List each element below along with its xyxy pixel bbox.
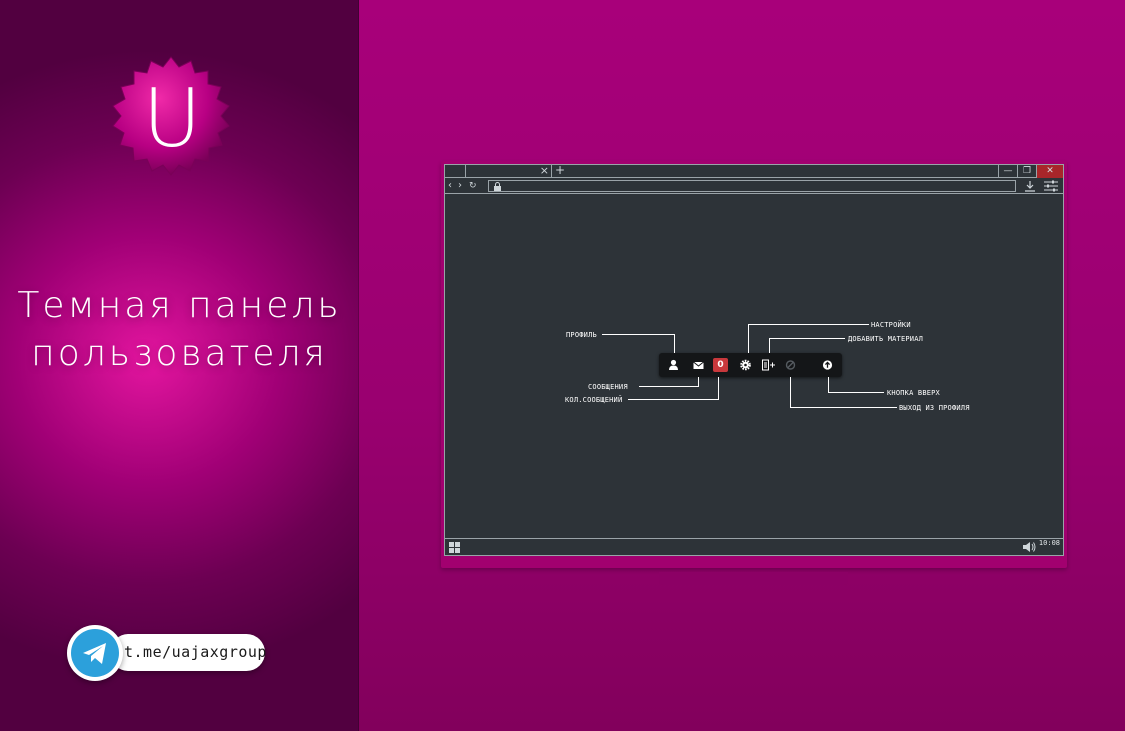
add-leader-v xyxy=(769,338,770,353)
url-input[interactable] xyxy=(488,180,1016,192)
headline-line-1: Темная панель xyxy=(17,285,342,326)
count-leader-v xyxy=(718,377,719,400)
reload-icon[interactable]: ↻ xyxy=(469,179,477,193)
minimize-button[interactable]: — xyxy=(998,165,1017,178)
paper-plane-icon xyxy=(83,643,106,664)
gear-icon xyxy=(740,359,751,371)
label-message-count: КОЛ.СООБЩЕНИЙ xyxy=(565,396,623,404)
label-settings: НАСТРОЙКИ xyxy=(871,321,911,329)
settings-sliders-icon[interactable] xyxy=(1044,180,1058,192)
logout-leader-v xyxy=(790,377,791,408)
logout-leader xyxy=(790,407,897,408)
up-leader-v xyxy=(828,377,829,393)
label-scroll-up: КНОПКА ВВЕРХ xyxy=(887,389,940,397)
forward-icon[interactable]: › xyxy=(458,179,462,193)
lock-icon xyxy=(494,182,501,191)
tab-bar: × + — ❐ ✕ xyxy=(445,165,1063,178)
label-add-material: ДОБАВИТЬ МАТЕРИАЛ xyxy=(848,335,924,343)
logout-button[interactable] xyxy=(783,358,798,372)
volume-icon[interactable] xyxy=(1022,541,1036,553)
profile-button[interactable] xyxy=(666,358,681,372)
left-promo-panel: U Темная панель пользователя t.me/uajaxg… xyxy=(0,0,359,731)
message-count-badge[interactable]: 0 xyxy=(713,358,728,372)
headline: Темная панель пользователя xyxy=(0,282,359,378)
messages-leader xyxy=(639,386,699,387)
scroll-up-button[interactable] xyxy=(820,358,835,372)
monitor-stand xyxy=(659,572,848,585)
close-window-button[interactable]: ✕ xyxy=(1036,165,1063,178)
badge-letter: U xyxy=(142,72,202,165)
label-profile: ПРОФИЛЬ xyxy=(566,331,597,339)
profile-leader xyxy=(602,334,675,335)
settings-button[interactable] xyxy=(738,358,753,372)
up-leader xyxy=(828,392,884,393)
add-material-icon xyxy=(762,359,775,371)
back-icon[interactable]: ‹ xyxy=(448,179,452,193)
envelope-icon xyxy=(693,361,704,369)
add-leader xyxy=(769,338,845,339)
profile-icon xyxy=(669,359,678,370)
arrow-up-icon xyxy=(822,360,833,370)
address-bar: ‹ › ↻ xyxy=(445,179,1063,194)
add-material-button[interactable] xyxy=(761,358,776,372)
new-tab-icon[interactable]: + xyxy=(555,165,565,177)
settings-leader xyxy=(748,324,869,325)
count-leader xyxy=(628,399,719,400)
telegram-link[interactable]: t.me/uajaxgroup xyxy=(110,634,267,671)
tab-close-icon[interactable]: × xyxy=(540,165,549,177)
logout-icon xyxy=(785,360,796,370)
label-logout: ВЫХОД ИЗ ПРОФИЛЯ xyxy=(899,404,970,412)
brand-badge-icon: U xyxy=(107,55,235,183)
restore-button[interactable]: ❐ xyxy=(1017,165,1036,178)
telegram-handle: t.me/uajaxgroup xyxy=(124,643,267,661)
download-icon[interactable] xyxy=(1024,180,1036,192)
headline-line-2: пользователя xyxy=(31,333,328,374)
label-messages: СООБЩЕНИЯ xyxy=(588,383,628,391)
dark-user-panel: 0 xyxy=(659,353,842,377)
taskbar: 10:08 xyxy=(445,538,1063,555)
telegram-icon[interactable] xyxy=(67,625,123,681)
start-menu-icon[interactable] xyxy=(449,542,461,554)
settings-leader-v xyxy=(748,324,749,353)
profile-leader-v xyxy=(674,334,675,353)
browser-tab[interactable]: × xyxy=(465,165,552,178)
taskbar-clock: 10:08 xyxy=(1038,539,1060,547)
messages-button[interactable] xyxy=(691,358,706,372)
